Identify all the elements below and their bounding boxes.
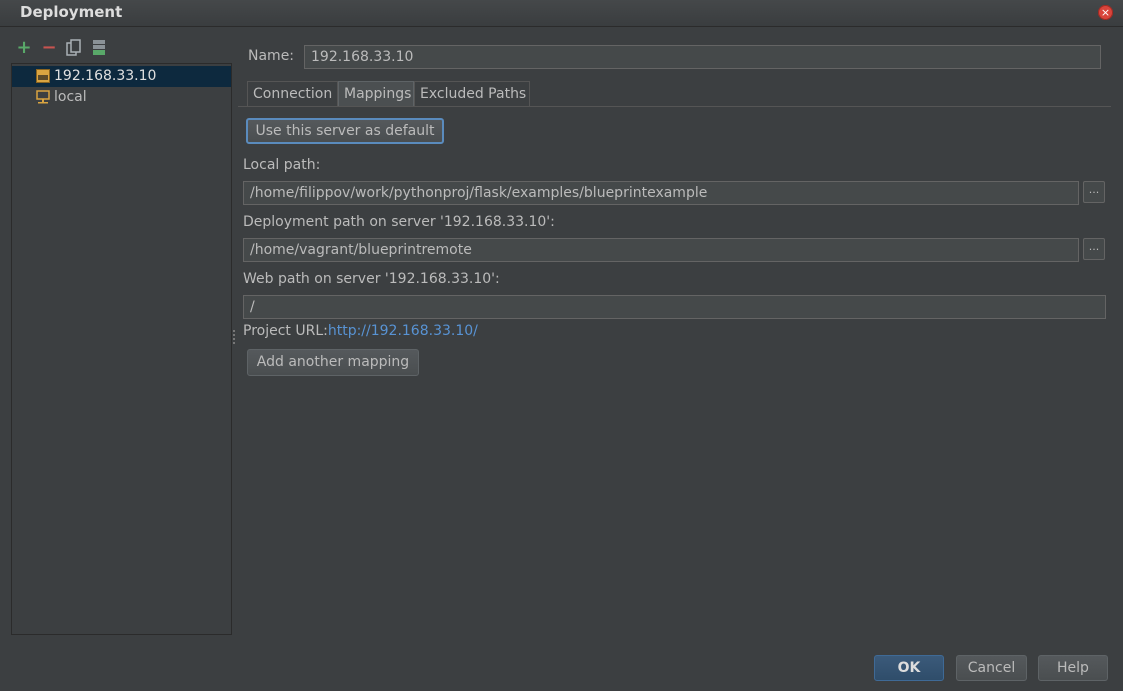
help-button[interactable]: Help xyxy=(1038,655,1108,681)
plus-icon[interactable]: + xyxy=(16,39,32,57)
tab-mappings[interactable]: Mappings xyxy=(338,81,414,106)
minus-icon[interactable]: − xyxy=(41,39,57,57)
local-path-field[interactable] xyxy=(243,181,1079,205)
splitter-handle[interactable] xyxy=(233,330,235,344)
tab-excluded-paths[interactable]: Excluded Paths xyxy=(414,81,530,106)
project-url: Project URL:http://192.168.33.10/ xyxy=(243,323,478,339)
web-path-field[interactable] xyxy=(243,295,1106,319)
ok-button[interactable]: OK xyxy=(874,655,944,681)
deployment-path-browse-button[interactable]: ... xyxy=(1083,238,1105,260)
dialog-title: Deployment xyxy=(20,3,123,21)
cancel-button[interactable]: Cancel xyxy=(956,655,1027,681)
deployment-path-field[interactable] xyxy=(243,238,1079,262)
project-url-label: Project URL: xyxy=(243,323,328,339)
deployment-path-label: Deployment path on server '192.168.33.10… xyxy=(243,214,555,230)
use-as-default-button[interactable]: Use this server as default xyxy=(246,118,444,144)
tab-connection[interactable]: Connection xyxy=(247,81,338,106)
name-field[interactable] xyxy=(304,45,1101,69)
web-path-label: Web path on server '192.168.33.10': xyxy=(243,271,500,287)
sftp-server-icon xyxy=(36,69,50,83)
copy-icon[interactable] xyxy=(66,39,82,57)
name-label: Name: xyxy=(248,48,295,64)
local-path-browse-button[interactable]: ... xyxy=(1083,181,1105,203)
server-item-label: local xyxy=(54,89,87,105)
tab-divider xyxy=(238,106,1111,107)
server-item-local[interactable]: local xyxy=(12,87,231,108)
server-item-192-168-33-10[interactable]: 192.168.33.10 xyxy=(12,66,231,87)
local-path-label: Local path: xyxy=(243,157,321,173)
close-icon[interactable]: × xyxy=(1098,5,1113,20)
add-another-mapping-button[interactable]: Add another mapping xyxy=(247,349,419,376)
server-list: 192.168.33.10 local xyxy=(11,63,232,635)
local-server-icon xyxy=(36,90,50,104)
title-bar: Deployment × xyxy=(0,0,1123,27)
project-url-link[interactable]: http://192.168.33.10/ xyxy=(328,323,478,339)
server-item-label: 192.168.33.10 xyxy=(54,68,157,84)
set-default-icon[interactable] xyxy=(91,39,107,57)
